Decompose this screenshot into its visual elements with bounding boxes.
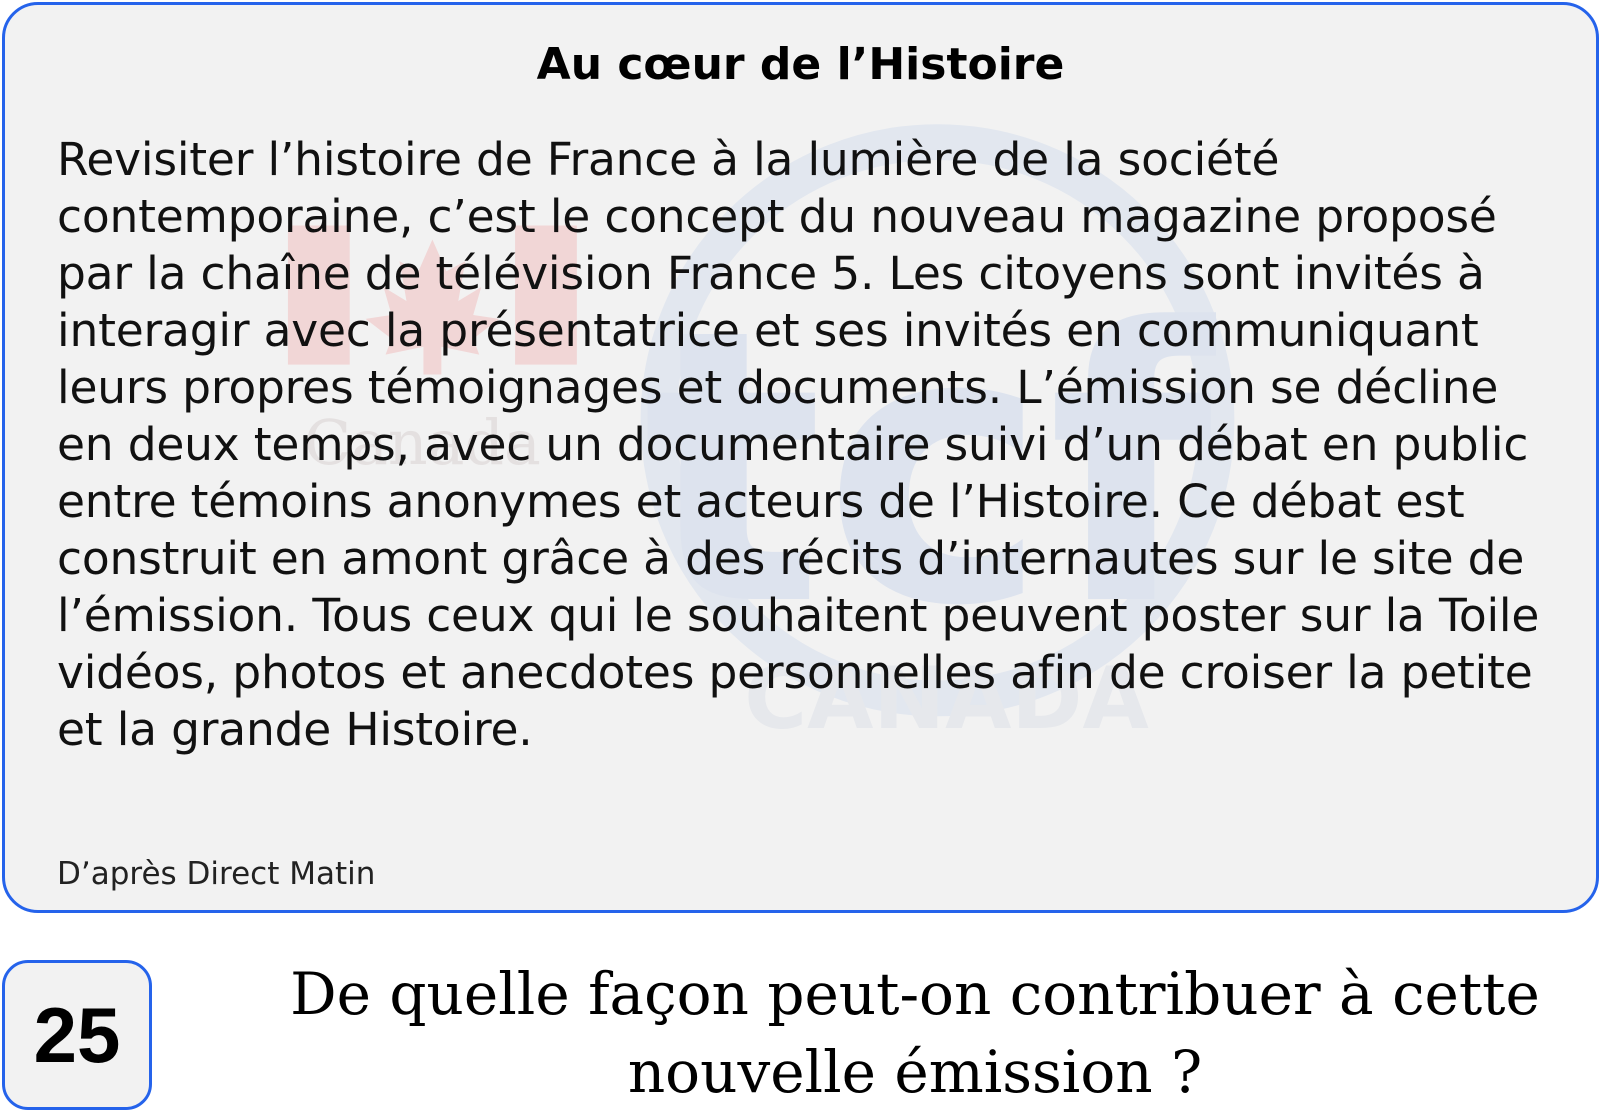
card-source: D’après Direct Matin	[57, 856, 376, 892]
question-text: De quelle façon peut-on contribuer à cet…	[290, 960, 1540, 1106]
card-body-text: Revisiter l’histoire de France à la lumi…	[57, 133, 1540, 756]
reading-card: Canada tcf CANADA Au cœur de l’Histoire …	[2, 2, 1599, 913]
question-number-badge: 25	[2, 960, 152, 1110]
card-title: Au cœur de l’Histoire	[536, 39, 1065, 90]
